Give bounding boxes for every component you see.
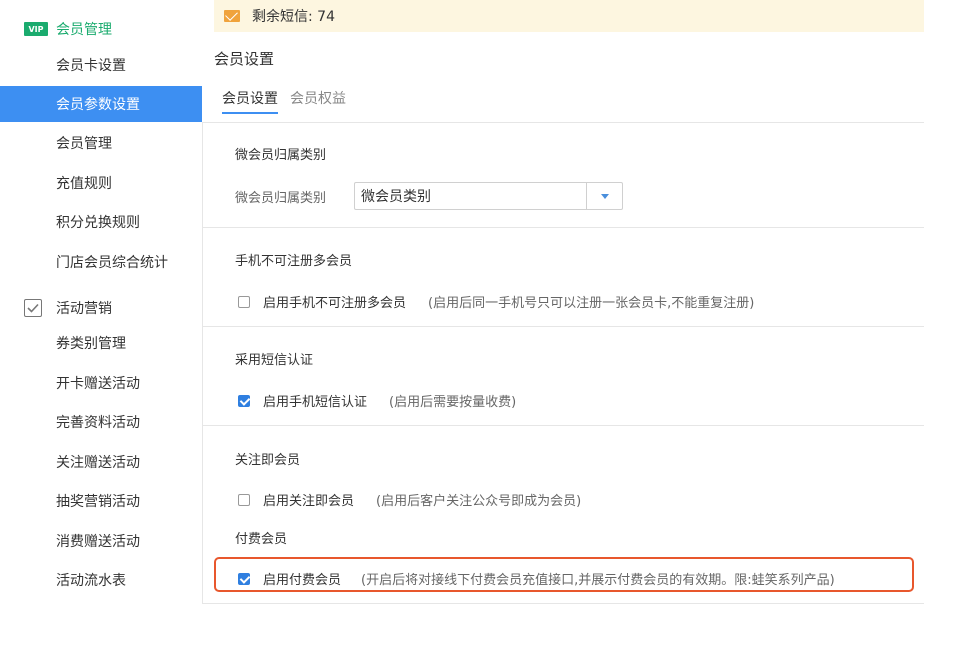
follow-option-hint: (启用后客户关注公众号即成为会员): [376, 494, 582, 509]
sidebar-item-profile-activity[interactable]: 完善资料活动: [0, 404, 202, 440]
sms-auth-option-label[interactable]: 启用手机短信认证: [263, 391, 367, 410]
caret-down-icon[interactable]: [586, 183, 622, 209]
sms-auth-checkbox[interactable]: [238, 394, 250, 407]
section-title-phone: 手机不可注册多会员: [235, 254, 353, 269]
tab-bar: 会员设置 会员权益: [222, 88, 358, 114]
section-title-category: 微会员归属类别: [235, 148, 327, 163]
phone-option: 启用手机不可注册多会员 (启用后同一手机号只可以注册一张会员卡,不能重复注册): [238, 292, 754, 311]
category-select-value: 微会员类别: [361, 189, 431, 205]
sms-auth-option: 启用手机短信认证 (启用后需要按量收费): [238, 391, 516, 410]
phone-checkbox[interactable]: [238, 295, 250, 308]
section-title-paid: 付费会员: [235, 532, 288, 547]
divider: [202, 122, 924, 123]
sidebar-group-marketing[interactable]: 活动营销: [0, 293, 202, 323]
sidebar-group-label: 活动营销: [56, 301, 112, 317]
category-select[interactable]: 微会员类别: [354, 182, 623, 210]
tab-member-settings[interactable]: 会员设置: [222, 88, 278, 114]
sidebar-item-card-settings[interactable]: 会员卡设置: [0, 47, 202, 83]
category-field-label: 微会员归属类别: [235, 191, 327, 206]
sms-balance-banner: 剩余短信: 74: [214, 0, 924, 32]
paid-option-highlight: [214, 557, 914, 592]
main-content: 剩余短信: 74 会员设置 会员设置 会员权益 微会员归属类别 微会员归属类别 …: [202, 0, 958, 651]
phone-option-label[interactable]: 启用手机不可注册多会员: [263, 292, 406, 311]
tab-member-benefits[interactable]: 会员权益: [290, 88, 346, 114]
sidebar-item-lottery[interactable]: 抽奖营销活动: [0, 483, 202, 519]
sidebar-item-follow-gift[interactable]: 关注赠送活动: [0, 444, 202, 480]
sidebar-item-open-card-gift[interactable]: 开卡赠送活动: [0, 365, 202, 401]
sidebar: VIP 会员管理 会员卡设置 会员参数设置 会员管理 充值规则 积分兑换规则 门…: [0, 0, 202, 651]
follow-option-label[interactable]: 启用关注即会员: [263, 490, 354, 509]
follow-checkbox[interactable]: [238, 493, 250, 506]
divider: [202, 603, 924, 604]
sidebar-item-activity-log[interactable]: 活动流水表: [0, 562, 202, 598]
page-title: 会员设置: [214, 50, 275, 68]
checkbox-icon: [24, 299, 42, 317]
sidebar-item-recharge-rules[interactable]: 充值规则: [0, 165, 202, 201]
sms-balance-text: 剩余短信: 74: [252, 9, 335, 25]
sidebar-item-points-rules[interactable]: 积分兑换规则: [0, 204, 202, 240]
mail-icon: [224, 10, 240, 22]
sidebar-item-member-management[interactable]: 会员管理: [0, 125, 202, 161]
vip-card-icon: VIP: [24, 22, 48, 36]
sidebar-group-member[interactable]: VIP 会员管理: [0, 14, 202, 44]
sms-auth-option-hint: (启用后需要按量收费): [389, 395, 517, 410]
phone-option-hint: (启用后同一手机号只可以注册一张会员卡,不能重复注册): [428, 296, 755, 311]
follow-option: 启用关注即会员 (启用后客户关注公众号即成为会员): [238, 490, 581, 509]
sidebar-item-store-stats[interactable]: 门店会员综合统计: [0, 244, 202, 280]
section-title-sms-auth: 采用短信认证: [235, 353, 314, 368]
divider: [202, 122, 203, 604]
sidebar-group-label: 会员管理: [56, 22, 112, 38]
section-title-follow: 关注即会员: [235, 453, 301, 468]
divider: [202, 425, 924, 426]
sidebar-item-member-params[interactable]: 会员参数设置: [0, 86, 202, 122]
sidebar-item-consume-gift[interactable]: 消费赠送活动: [0, 523, 202, 559]
divider: [202, 326, 924, 327]
divider: [202, 227, 924, 228]
sidebar-item-coupon-types[interactable]: 券类别管理: [0, 325, 202, 361]
